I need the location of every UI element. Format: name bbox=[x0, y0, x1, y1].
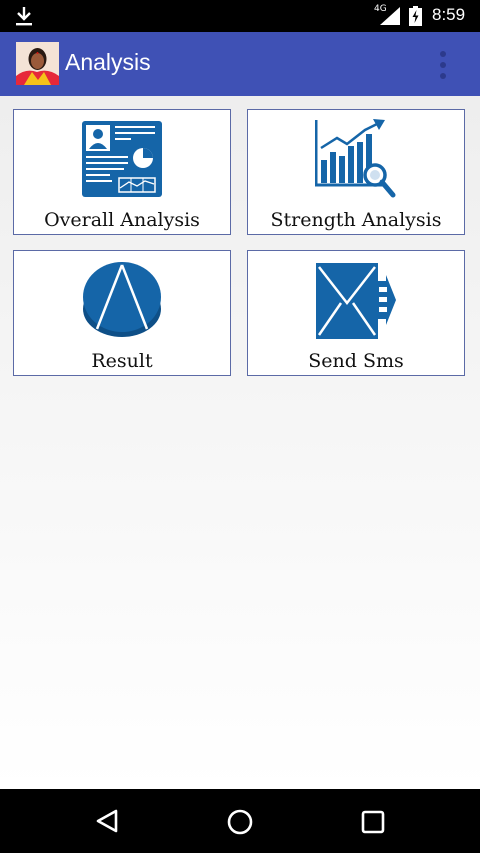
dashboard-grid: Overall Analysis Strength Analysis Resul… bbox=[0, 96, 480, 789]
tile-label: Overall Analysis bbox=[44, 209, 200, 231]
clock: 8:59 bbox=[432, 5, 466, 24]
tile-overall-analysis[interactable]: Overall Analysis bbox=[13, 109, 231, 235]
tile-result[interactable]: Result bbox=[13, 250, 231, 376]
tile-strength-analysis[interactable]: Strength Analysis bbox=[247, 109, 465, 235]
battery-charging-icon bbox=[409, 6, 422, 26]
recents-icon[interactable] bbox=[361, 810, 385, 834]
app-bar: Analysis bbox=[0, 32, 480, 96]
home-icon[interactable] bbox=[226, 808, 254, 836]
back-icon[interactable] bbox=[94, 808, 120, 834]
tile-label: Result bbox=[91, 350, 153, 372]
profile-avatar[interactable] bbox=[16, 42, 59, 85]
signal-icon bbox=[380, 7, 400, 25]
more-vert-icon[interactable] bbox=[433, 48, 453, 82]
tile-send-sms[interactable]: Send Sms bbox=[247, 250, 465, 376]
envelope-send-icon bbox=[316, 263, 396, 339]
bar-chart-magnifier-icon bbox=[315, 119, 396, 198]
profile-card-icon bbox=[82, 121, 162, 197]
download-icon bbox=[16, 7, 32, 26]
page-title: Analysis bbox=[65, 49, 151, 75]
tile-label: Strength Analysis bbox=[270, 209, 442, 231]
pie-chart-icon bbox=[83, 262, 161, 337]
status-bar: 4G 8:59 bbox=[0, 0, 480, 32]
navigation-bar bbox=[0, 789, 480, 853]
tile-label: Send Sms bbox=[308, 350, 404, 372]
